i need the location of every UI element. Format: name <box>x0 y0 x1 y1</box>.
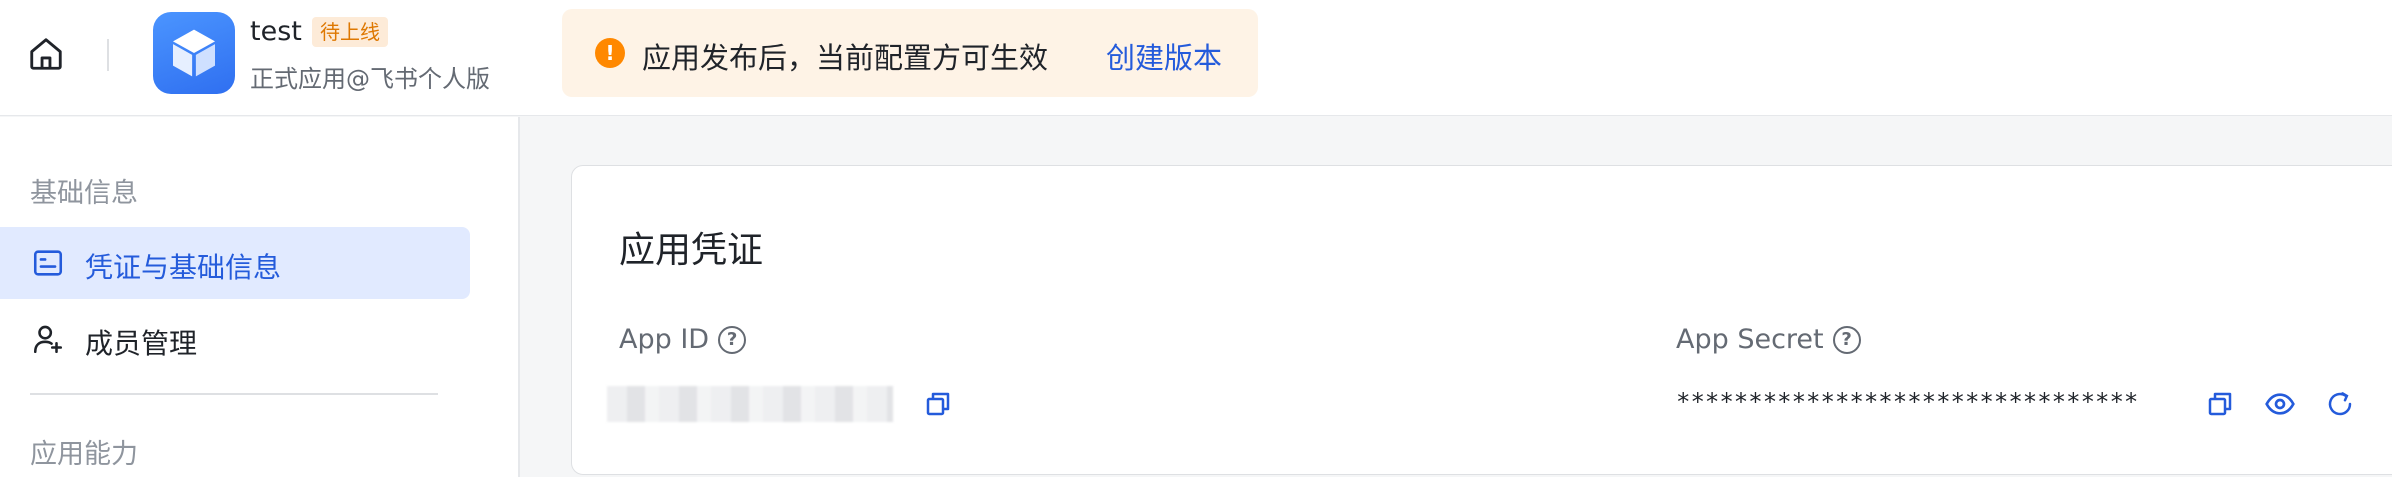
sidebar-divider <box>30 393 438 395</box>
app-cube-icon[interactable] <box>153 12 235 94</box>
add-member-icon <box>30 321 66 357</box>
app-status-badge: 待上线 <box>312 17 388 47</box>
warning-icon: ! <box>595 38 625 68</box>
home-button[interactable] <box>22 30 70 78</box>
app-secret-label: App Secret ? <box>1676 324 1861 355</box>
credentials-card: 应用凭证 App ID ? App Secret ? *************… <box>571 165 2392 475</box>
sidebar-item-credentials[interactable]: 凭证与基础信息 <box>0 227 470 299</box>
credential-icon <box>30 245 66 281</box>
help-icon[interactable]: ? <box>718 325 747 354</box>
card-title: 应用凭证 <box>619 230 764 271</box>
eye-icon <box>2265 393 2295 415</box>
refresh-icon <box>2328 392 2352 416</box>
top-header: test 待上线 正式应用@飞书个人版 ! 应用发布后，当前配置方可生效 创建版… <box>0 0 2392 116</box>
help-icon[interactable]: ? <box>1832 325 1861 354</box>
sidebar-section-app-capabilities: 应用能力 <box>30 439 138 470</box>
create-version-link[interactable]: 创建版本 <box>1106 35 1222 77</box>
header-divider <box>107 39 109 71</box>
copy-app-id-button[interactable] <box>916 382 960 426</box>
app-name: test <box>250 16 302 47</box>
copy-app-secret-button[interactable] <box>2198 382 2242 426</box>
copy-icon <box>2208 392 2232 416</box>
sidebar-item-members[interactable]: 成员管理 <box>0 303 470 375</box>
app-subtitle: 正式应用@飞书个人版 <box>250 65 490 93</box>
sidebar-section-basic-info: 基础信息 <box>30 178 138 209</box>
sidebar-item-label: 凭证与基础信息 <box>85 251 282 284</box>
publish-notice-banner: ! 应用发布后，当前配置方可生效 创建版本 <box>562 9 1258 97</box>
app-secret-value: ******************************** <box>1676 388 2139 416</box>
reset-secret-button[interactable] <box>2318 382 2362 426</box>
sidebar-item-label: 成员管理 <box>85 327 198 360</box>
app-id-label: App ID ? <box>619 324 747 355</box>
app-id-label-text: App ID <box>619 324 710 355</box>
copy-icon <box>926 392 950 416</box>
sidebar: 基础信息 凭证与基础信息 成员管理 应用能力 <box>0 117 520 477</box>
notice-text: 应用发布后，当前配置方可生效 <box>642 41 1049 75</box>
app-id-value-masked <box>607 386 893 422</box>
app-secret-label-text: App Secret <box>1676 324 1824 355</box>
home-icon <box>30 38 62 70</box>
show-secret-button[interactable] <box>2258 382 2302 426</box>
